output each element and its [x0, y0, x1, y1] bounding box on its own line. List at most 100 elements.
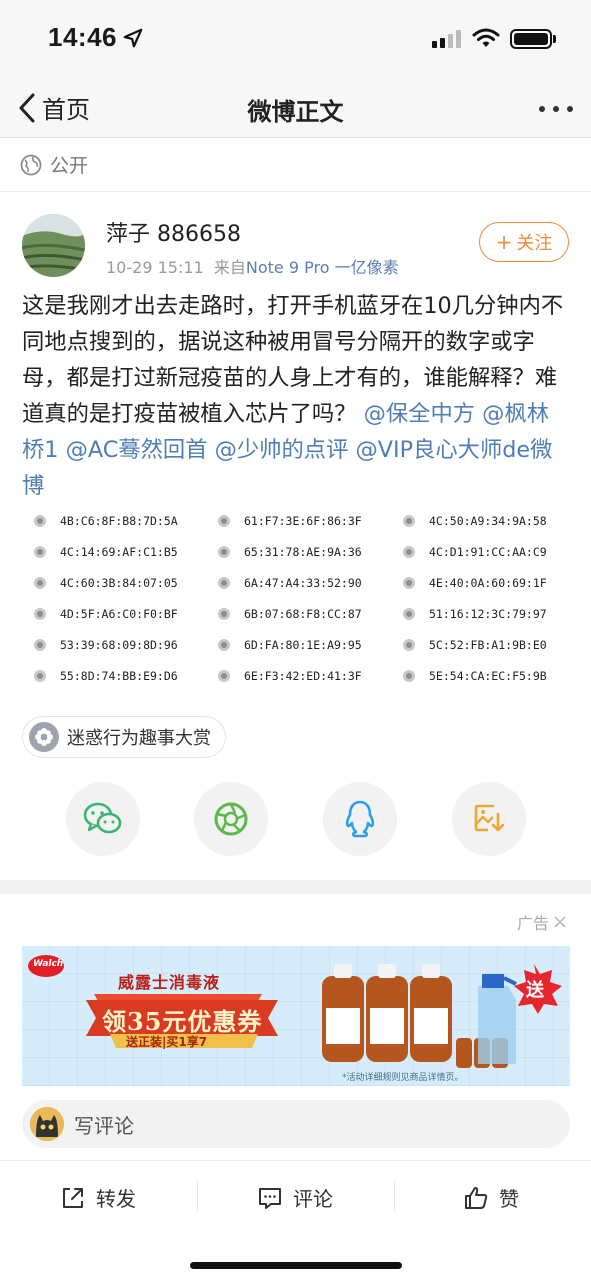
ad-coupon: 领35元优惠券	[102, 1007, 263, 1036]
battery-icon	[510, 29, 552, 49]
globe-icon	[20, 154, 42, 175]
repost-icon	[63, 1187, 83, 1208]
bluetooth-device-icon	[218, 607, 230, 620]
post-source[interactable]: Note 9 Pro 一亿像素	[246, 258, 399, 277]
list-item: 4C:14:69:AF:C1:B5	[34, 536, 178, 567]
topic-tag[interactable]: 迷惑行为趣事大赏	[22, 716, 226, 758]
device-column: 4C:50:A9:34:9A:58 4C:D1:91:CC:AA:C9 4E:4…	[403, 505, 547, 691]
ad-promo: 送正装|买1享7	[126, 1035, 208, 1049]
status-bar: 14:46	[0, 0, 591, 78]
bluetooth-device-icon	[403, 669, 415, 682]
moments-icon	[214, 802, 248, 836]
share-moments-button[interactable]	[194, 782, 268, 856]
comment-placeholder: 写评论	[74, 1113, 134, 1138]
mention-link[interactable]: @AC蓦然回首	[66, 437, 208, 463]
section-divider	[0, 880, 591, 894]
ad-headline: 威露士消毒液	[118, 973, 221, 992]
post-timestamp: 10-29 15:11	[106, 258, 204, 277]
battery-tip	[553, 35, 556, 43]
nav-bar: 首页 微博正文	[0, 78, 591, 138]
comment-button[interactable]: 评论	[257, 1183, 333, 1212]
thumbs-up-icon	[465, 1186, 488, 1209]
follow-label: 关注	[516, 233, 553, 254]
list-item: 6E:F3:42:ED:41:3F	[218, 660, 362, 691]
list-item: 4C:D1:91:CC:AA:C9	[403, 536, 547, 567]
visibility-row: 公开	[0, 138, 591, 192]
location-arrow-icon	[123, 28, 143, 48]
list-item: 6D:FA:80:1E:A9:95	[218, 629, 362, 660]
home-indicator	[190, 1262, 402, 1269]
status-time: 14:46	[48, 22, 117, 52]
visibility-label: 公开	[50, 155, 89, 177]
cellular-signal-icon	[432, 30, 461, 48]
post-meta: 10-29 15:11 来自Note 9 Pro 一亿像素	[106, 254, 399, 278]
action-bar: 转发 评论 赞	[0, 1160, 591, 1232]
separator	[197, 1181, 198, 1211]
mention-link[interactable]: @少帅的点评	[215, 437, 349, 463]
list-item: 4C:60:3B:84:07:05	[34, 567, 178, 598]
follow-button[interactable]: + 关注	[479, 222, 569, 262]
bluetooth-device-icon	[403, 545, 415, 558]
share-row	[0, 782, 591, 856]
like-label: 赞	[499, 1187, 519, 1211]
ad-brand: Walch	[33, 959, 64, 969]
post-body: 这是我刚才出去走路时，打开手机蓝牙在10几分钟内不同地点搜到的，据说这种被用冒号…	[0, 288, 591, 504]
device-column: 61:F7:3E:6F:86:3F 65:31:78:AE:9A:36 6A:4…	[218, 505, 362, 691]
post-header: 萍子 886658 10-29 15:11 来自Note 9 Pro 一亿像素 …	[0, 192, 591, 292]
share-wechat-button[interactable]	[66, 782, 140, 856]
list-item: 5C:52:FB:A1:9B:E0	[403, 629, 547, 660]
wechat-icon	[83, 802, 122, 834]
comment-icon	[259, 1187, 281, 1209]
repost-label: 转发	[96, 1187, 136, 1211]
page-title: 微博正文	[247, 98, 344, 126]
ad-disclaimer: *活动详细规则见商品详情页。	[342, 1073, 464, 1083]
list-item: 55:8D:74:BB:E9:D6	[34, 660, 178, 691]
list-item: 6A:47:A4:33:52:90	[218, 567, 362, 598]
like-button[interactable]: 赞	[463, 1183, 519, 1212]
ad-label[interactable]: 广告	[517, 910, 567, 934]
bluetooth-device-icon	[403, 638, 415, 651]
bluetooth-device-icon	[34, 669, 46, 682]
bluetooth-device-icon	[403, 514, 415, 527]
user-avatar	[30, 1107, 64, 1141]
bluetooth-device-icon	[218, 669, 230, 682]
bluetooth-device-icon	[403, 576, 415, 589]
list-item: 65:31:78:AE:9A:36	[218, 536, 362, 567]
save-image-icon	[474, 804, 505, 832]
list-item: 4C:50:A9:34:9A:58	[403, 505, 547, 536]
wifi-icon	[472, 28, 500, 47]
device-column: 4B:C6:8F:B8:7D:5A 4C:14:69:AF:C1:B5 4C:6…	[34, 505, 178, 691]
list-item: 4E:40:0A:60:69:1F	[403, 567, 547, 598]
more-options-button[interactable]	[539, 106, 573, 112]
avatar[interactable]	[22, 214, 85, 277]
bluetooth-device-icon	[34, 514, 46, 527]
bluetooth-device-icon	[34, 545, 46, 558]
comment-label: 评论	[293, 1187, 333, 1211]
username[interactable]: 萍子 886658	[106, 216, 241, 248]
ad-banner[interactable]: Walch 威露士消毒液 领35元优惠券 送正装|买1享7 送 *活动详细规则见…	[22, 946, 570, 1086]
list-item: 6B:07:68:F8:CC:87	[218, 598, 362, 629]
close-icon[interactable]	[553, 915, 567, 929]
topic-label: 迷惑行为趣事大赏	[67, 728, 211, 749]
list-item: 53:39:68:09:8D:96	[34, 629, 178, 660]
comment-input[interactable]: 写评论	[22, 1100, 570, 1148]
post-image-device-list[interactable]: 4B:C6:8F:B8:7D:5A 4C:14:69:AF:C1:B5 4C:6…	[0, 514, 591, 694]
repost-button[interactable]: 转发	[60, 1183, 136, 1212]
share-qq-button[interactable]	[323, 782, 397, 856]
list-item: 51:16:12:3C:79:97	[403, 598, 547, 629]
bluetooth-device-icon	[218, 638, 230, 651]
bluetooth-device-icon	[218, 576, 230, 589]
bluetooth-device-icon	[34, 638, 46, 651]
list-item: 4D:5F:A6:C0:F0:BF	[34, 598, 178, 629]
source-prefix: 来自	[213, 258, 246, 277]
list-item: 4B:C6:8F:B8:7D:5A	[34, 505, 178, 536]
bluetooth-device-icon	[34, 607, 46, 620]
list-item: 5E:54:CA:EC:F5:9B	[403, 660, 547, 691]
list-item: 61:F7:3E:6F:86:3F	[218, 505, 362, 536]
plus-icon: +	[495, 230, 513, 254]
bluetooth-device-icon	[403, 607, 415, 620]
ad-label-text: 广告	[516, 914, 549, 933]
save-image-button[interactable]	[452, 782, 526, 856]
bluetooth-device-icon	[218, 545, 230, 558]
mention-link[interactable]: @保全中方	[364, 401, 476, 427]
